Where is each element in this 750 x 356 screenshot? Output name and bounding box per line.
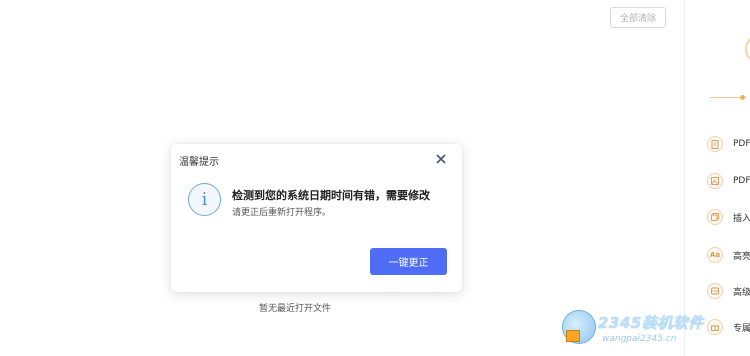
feature-item-label: 高级 — [733, 287, 750, 298]
gift-box-icon — [566, 330, 580, 342]
warning-dialog: 温馨提示 i 检测到您的系统日期时间有错，需要修改 请更正后重新打开程序。 一键… — [171, 144, 462, 292]
feature-item-advanced[interactable]: 高级 — [707, 282, 750, 300]
dialog-title: 温馨提示 — [179, 157, 219, 168]
feature-item-label: PDF — [733, 139, 750, 149]
close-icon[interactable] — [434, 151, 448, 165]
dialog-message: 检测到您的系统日期时间有错，需要修改 — [232, 189, 430, 202]
watermark-title: 2345装机软件 — [598, 314, 704, 332]
feature-item-pdf-2[interactable]: PDF — [707, 172, 750, 190]
fix-now-button[interactable]: 一键更正 — [370, 248, 447, 275]
decorative-arc — [745, 34, 750, 64]
watermark: 2345装机软件 wangpai2345.cn — [560, 306, 710, 352]
copy-icon — [707, 209, 723, 225]
watermark-url: wangpai2345.cn — [602, 334, 677, 344]
feature-item-label: 专属 — [733, 323, 750, 334]
document-icon — [707, 136, 723, 152]
feature-item-insert[interactable]: 插入 — [707, 208, 750, 226]
feature-item-pdf-1[interactable]: PDF — [707, 135, 750, 153]
info-icon: i — [188, 183, 221, 216]
empty-recent-files-text: 暂无最近打开文件 — [258, 304, 331, 314]
feature-item-label: 高亮 — [733, 251, 750, 262]
font-icon: Aa — [707, 247, 723, 263]
feature-item-label: PDF — [733, 176, 750, 186]
layers-icon — [707, 283, 723, 299]
feature-item-label: 插入 — [733, 213, 750, 224]
feature-item-exclusive[interactable]: 专属 — [707, 318, 750, 336]
image-icon — [707, 173, 723, 189]
right-panel: PDF PDF 插入 Aa 高亮 高级 专属 — [685, 0, 750, 356]
decorative-dot — [740, 95, 745, 100]
dialog-submessage: 请更正后重新打开程序。 — [232, 208, 332, 218]
feature-item-highlight[interactable]: Aa 高亮 — [707, 246, 750, 264]
clear-all-button[interactable]: 全部清除 — [610, 7, 666, 28]
